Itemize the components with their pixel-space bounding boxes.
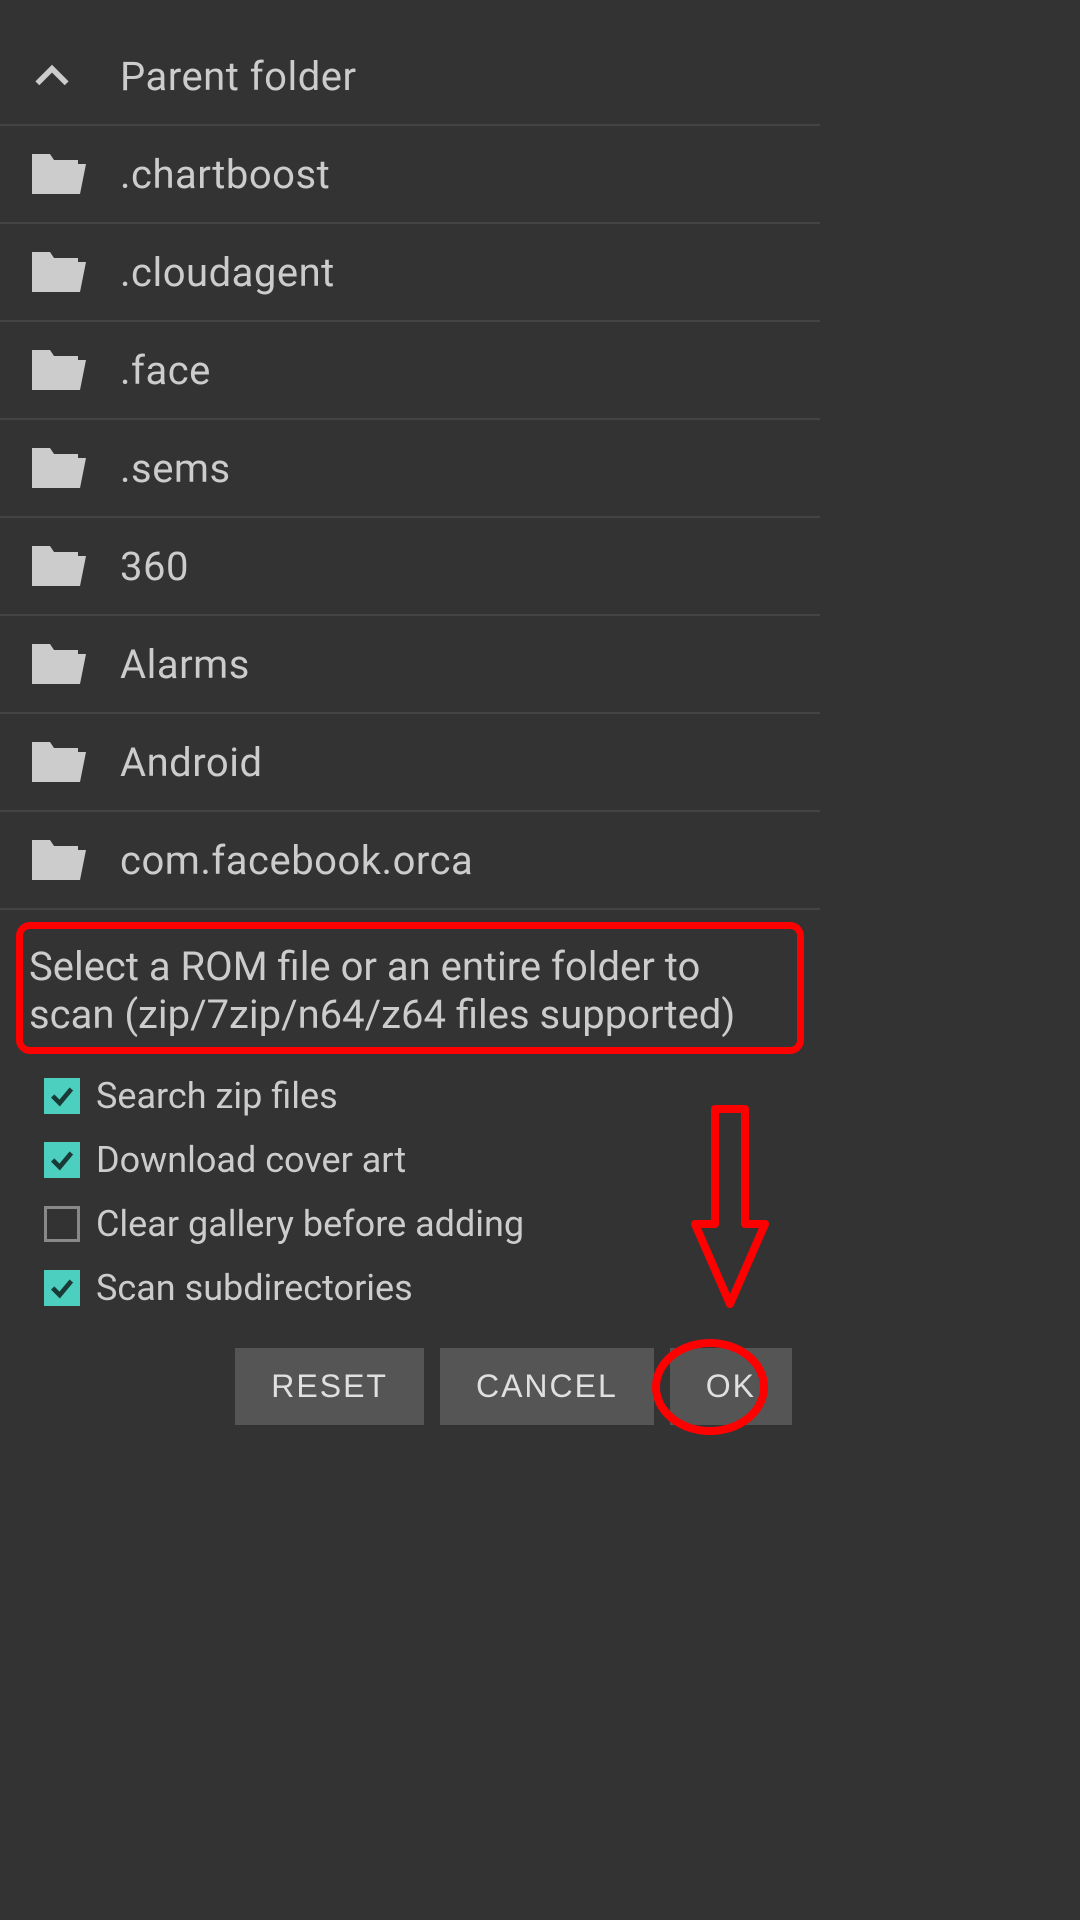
folder-row[interactable]: 360	[0, 518, 820, 616]
folder-label: Android	[120, 739, 263, 786]
folder-label: .chartboost	[120, 151, 330, 198]
folder-row[interactable]: .sems	[0, 420, 820, 518]
checkbox-icon	[44, 1142, 80, 1178]
folder-label: Alarms	[120, 641, 250, 688]
folder-label: 360	[120, 543, 189, 590]
option-label: Scan subdirectories	[96, 1267, 413, 1309]
folder-icon	[30, 738, 120, 786]
folder-icon	[30, 836, 120, 884]
folder-row[interactable]: Alarms	[0, 616, 820, 714]
checkbox-icon	[44, 1206, 80, 1242]
parent-folder-row[interactable]: Parent folder	[0, 28, 820, 126]
folder-label: com.facebook.orca	[120, 837, 473, 884]
cancel-button[interactable]: CANCEL	[440, 1348, 654, 1425]
folder-label: .face	[120, 347, 211, 394]
option-search-zip[interactable]: Search zip files	[44, 1064, 820, 1128]
option-label: Clear gallery before adding	[96, 1203, 524, 1245]
option-label: Search zip files	[96, 1075, 338, 1117]
checkbox-icon	[44, 1078, 80, 1114]
reset-button[interactable]: RESET	[235, 1348, 424, 1425]
chevron-up-icon	[30, 54, 120, 98]
folder-row[interactable]: .face	[0, 322, 820, 420]
folder-icon	[30, 640, 120, 688]
option-clear-gallery[interactable]: Clear gallery before adding	[44, 1192, 820, 1256]
checkbox-icon	[44, 1270, 80, 1306]
folder-icon	[30, 248, 120, 296]
button-bar: RESET CANCEL OK	[235, 1348, 792, 1425]
options-group: Search zip files Download cover art Clea…	[0, 1064, 820, 1320]
folder-icon	[30, 346, 120, 394]
folder-row[interactable]: com.facebook.orca	[0, 812, 820, 910]
folder-row[interactable]: Android	[0, 714, 820, 812]
ok-button[interactable]: OK	[670, 1348, 792, 1425]
option-label: Download cover art	[96, 1139, 406, 1181]
folder-label: .sems	[120, 445, 231, 492]
annotation-highlight-box: Select a ROM file or an entire folder to…	[16, 922, 804, 1054]
option-download-art[interactable]: Download cover art	[44, 1128, 820, 1192]
folder-row[interactable]: .cloudagent	[0, 224, 820, 322]
folder-icon	[30, 444, 120, 492]
folder-icon	[30, 150, 120, 198]
folder-label: .cloudagent	[120, 249, 335, 296]
folder-row[interactable]: .chartboost	[0, 126, 820, 224]
folder-icon	[30, 542, 120, 590]
parent-folder-label: Parent folder	[120, 53, 357, 100]
option-scan-subdirs[interactable]: Scan subdirectories	[44, 1256, 820, 1320]
instruction-text: Select a ROM file or an entire folder to…	[29, 943, 791, 1039]
